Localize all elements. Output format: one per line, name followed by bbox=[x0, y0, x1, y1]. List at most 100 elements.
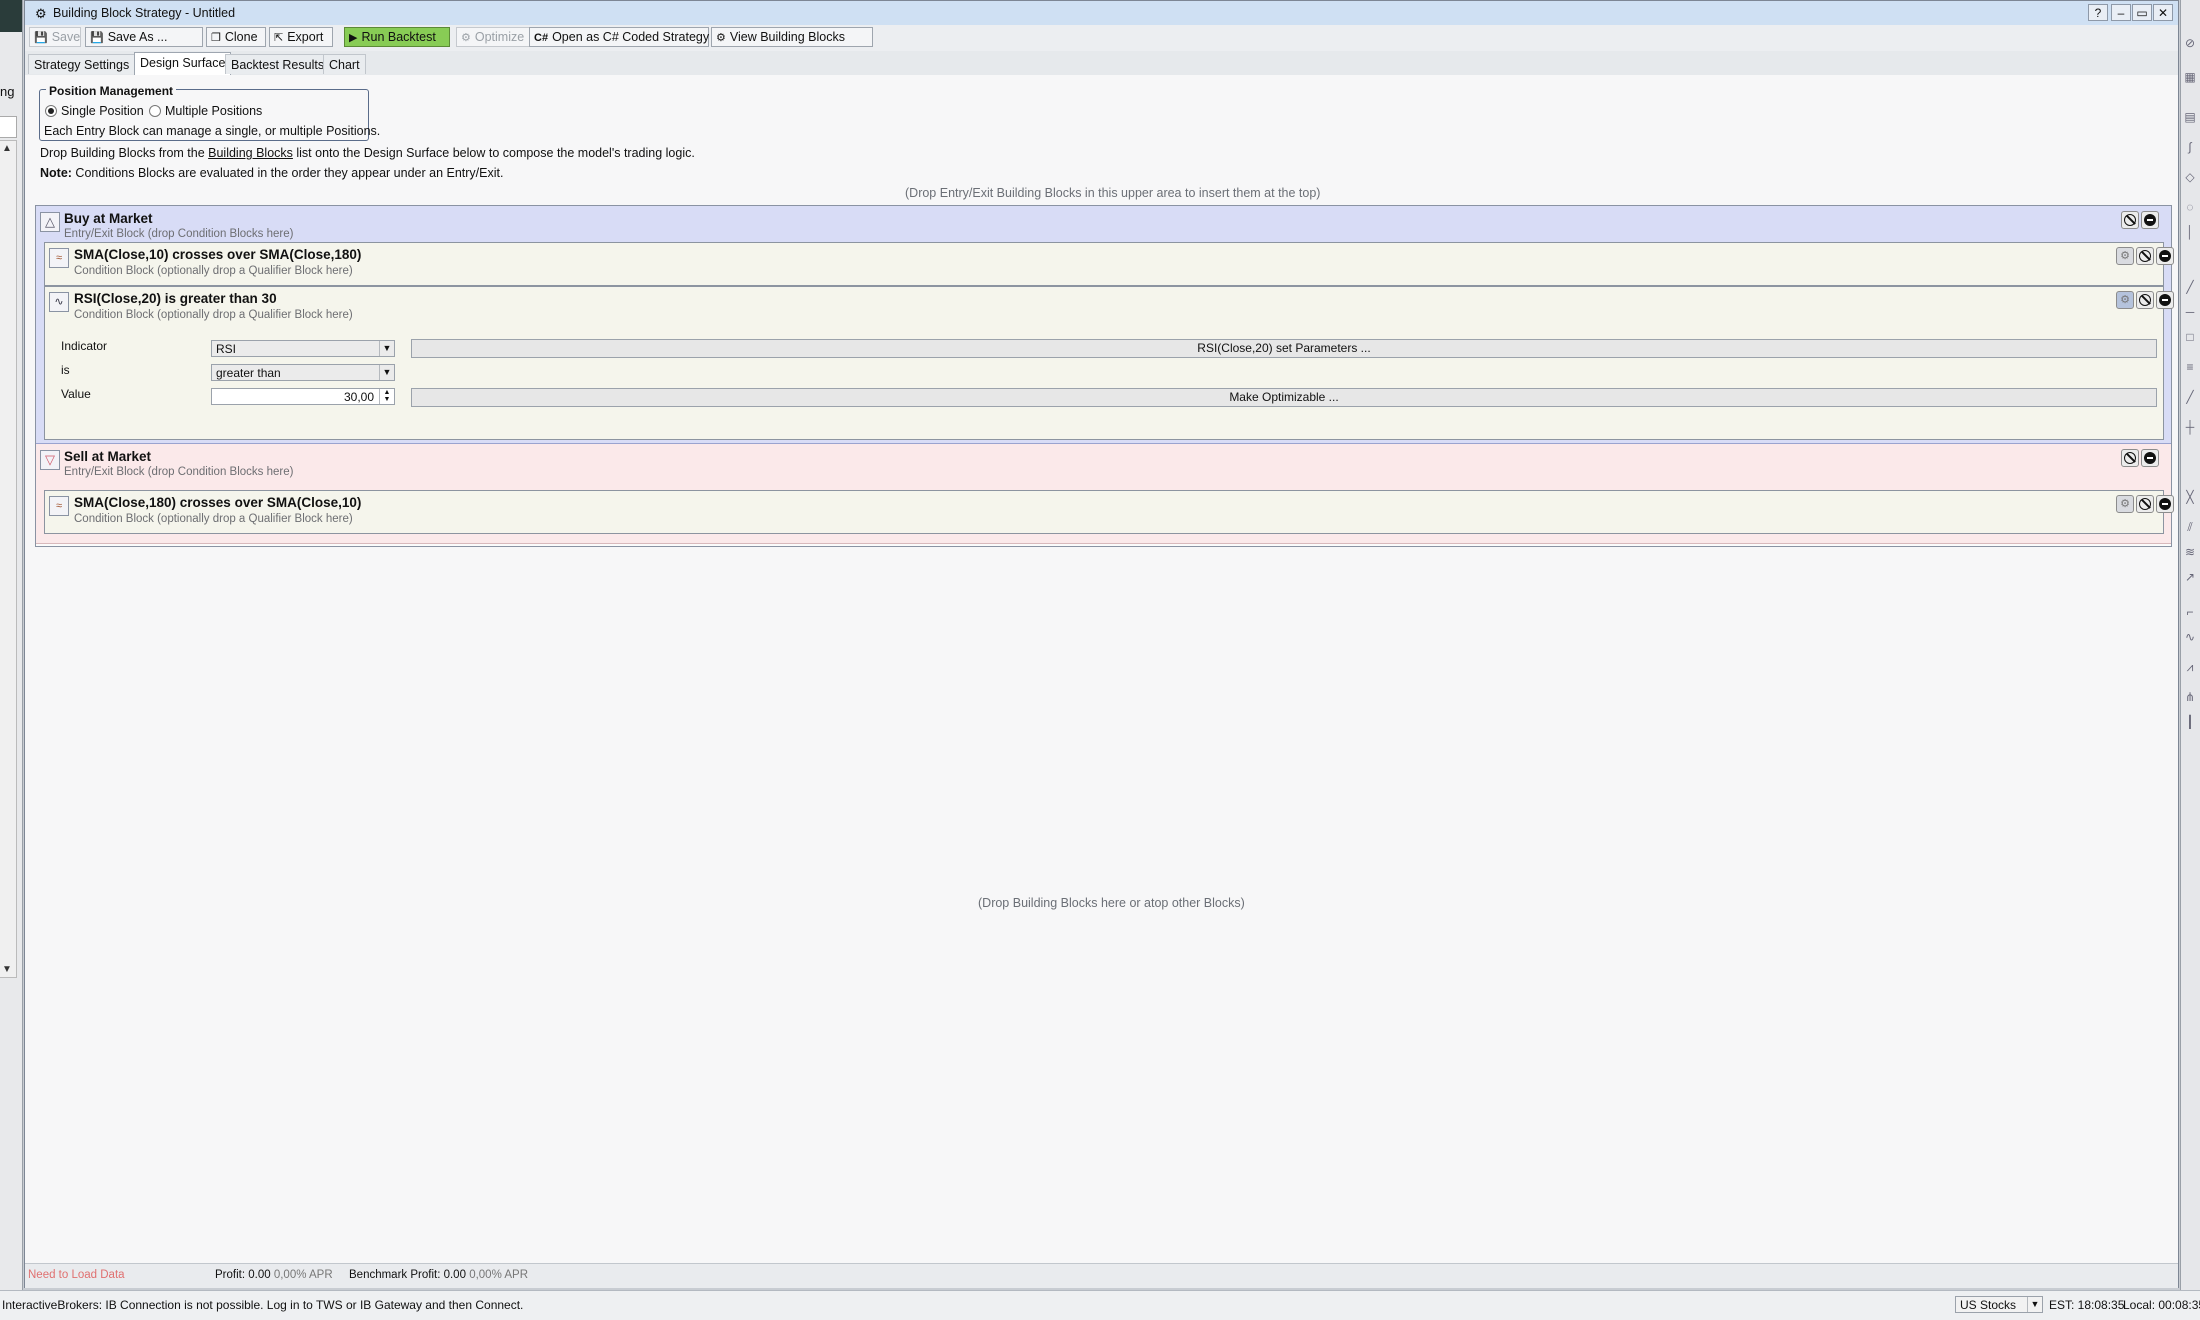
market-select[interactable]: US Stocks ▼ bbox=[1955, 1296, 2043, 1313]
remove-condition-icon[interactable] bbox=[2156, 495, 2174, 513]
condition-block[interactable]: ≈ SMA(Close,180) crosses over SMA(Close,… bbox=[44, 490, 2174, 534]
tab-design-surface[interactable]: Design Surface bbox=[134, 52, 232, 75]
vline-icon[interactable]: ┼ bbox=[2183, 420, 2197, 434]
gear-icon[interactable]: ⚙ bbox=[2116, 247, 2134, 265]
single-position-radio[interactable] bbox=[45, 105, 57, 117]
indicator-label: Indicator bbox=[61, 339, 108, 353]
cross-icon[interactable]: ╳ bbox=[2183, 490, 2197, 504]
view-building-blocks-button[interactable]: ⚙ View Building Blocks bbox=[711, 27, 873, 47]
node-icon[interactable]: ◇ bbox=[2183, 170, 2197, 184]
channel-icon[interactable]: ⫽ bbox=[2183, 520, 2197, 534]
note-line: Note: Conditions Blocks are evaluated in… bbox=[40, 166, 503, 180]
tab-chart[interactable]: Chart bbox=[323, 54, 366, 74]
wave-icon[interactable]: ∿ bbox=[2183, 630, 2197, 644]
tab-strategy-settings[interactable]: Strategy Settings bbox=[28, 54, 136, 74]
window-title: Building Block Strategy - Untitled bbox=[53, 6, 236, 20]
rect-icon[interactable]: □ bbox=[2183, 330, 2197, 344]
curve-icon[interactable]: ∫ bbox=[2183, 140, 2197, 154]
chevron-down-icon[interactable]: ▼ bbox=[2027, 1297, 2042, 1312]
background-app-scrollbar[interactable]: ▲ ▼ bbox=[0, 140, 17, 978]
tab-strip: Strategy Settings Design Surface Backtes… bbox=[25, 51, 2178, 76]
profit-status: Profit: 0.00 0,00% APR bbox=[215, 1269, 333, 1281]
condition-block-rsi[interactable]: ∿ RSI(Close,20) is greater than 30 Condi… bbox=[44, 286, 2174, 440]
zigzag-icon[interactable]: ⩘ bbox=[2183, 660, 2197, 674]
value-field[interactable]: 30,00 bbox=[344, 390, 374, 404]
single-position-label[interactable]: Single Position bbox=[61, 104, 144, 118]
background-app-text: ng bbox=[0, 84, 15, 99]
export-button[interactable]: ⇱ Export bbox=[269, 27, 333, 47]
fib-icon[interactable]: ≋ bbox=[2183, 545, 2197, 559]
gear-icon[interactable]: ⚙ bbox=[2116, 495, 2134, 513]
save-button[interactable]: 💾 Save bbox=[29, 27, 81, 47]
scroll-up-icon[interactable]: ▲ bbox=[2, 143, 12, 154]
disable-condition-icon[interactable] bbox=[2136, 495, 2154, 513]
save-as-button[interactable]: 💾 Save As ... bbox=[85, 27, 203, 47]
need-load-data-status: Need to Load Data bbox=[28, 1269, 125, 1281]
trend-icon[interactable]: ↗ bbox=[2183, 570, 2197, 584]
indicator-select[interactable]: RSI ▼ bbox=[211, 340, 395, 357]
pitchfork-icon[interactable]: ⋔ bbox=[2183, 690, 2197, 704]
condition-subtitle: Condition Block (optionally drop a Quali… bbox=[74, 265, 353, 277]
set-parameters-button[interactable]: RSI(Close,20) set Parameters ... bbox=[411, 339, 2157, 358]
shape-icon[interactable]: ◌ bbox=[2183, 200, 2197, 214]
market-value: US Stocks bbox=[1960, 1298, 2017, 1312]
multiple-positions-label[interactable]: Multiple Positions bbox=[165, 104, 262, 118]
is-label: is bbox=[61, 363, 70, 377]
remove-block-icon[interactable] bbox=[2141, 211, 2159, 229]
draw-line-icon[interactable]: ╱ bbox=[2183, 280, 2197, 294]
strategy-window: ⚙ Building Block Strategy - Untitled ? –… bbox=[24, 0, 2179, 1288]
design-surface[interactable]: Position Management Single Position Mult… bbox=[25, 75, 2178, 1263]
disable-block-icon[interactable] bbox=[2121, 449, 2139, 467]
ruler-icon[interactable]: ┃ bbox=[2183, 715, 2197, 729]
view-blocks-label: View Building Blocks bbox=[729, 30, 845, 44]
export-label: Export bbox=[287, 30, 324, 44]
run-backtest-button[interactable]: ▶ Run Backtest bbox=[344, 27, 450, 47]
remove-block-icon[interactable] bbox=[2141, 449, 2159, 467]
no-icon[interactable]: ⊘ bbox=[2183, 36, 2197, 50]
entry-subtitle: Entry/Exit Block (drop Condition Blocks … bbox=[64, 466, 294, 478]
title-bar[interactable]: ⚙ Building Block Strategy - Untitled ? –… bbox=[25, 1, 2178, 26]
maximize-button[interactable]: ▭ bbox=[2132, 4, 2152, 21]
open-csharp-button[interactable]: C# Open as C# Coded Strategy bbox=[529, 27, 709, 47]
minimize-button[interactable]: – bbox=[2111, 4, 2131, 21]
close-button[interactable]: ✕ bbox=[2153, 4, 2173, 21]
calendar-icon[interactable]: ▤ bbox=[2183, 110, 2197, 124]
open-csharp-label: Open as C# Coded Strategy bbox=[552, 30, 710, 44]
buy-triangle-icon: △ bbox=[40, 212, 60, 232]
remove-condition-icon[interactable] bbox=[2156, 291, 2174, 309]
spin-arrows-icon[interactable]: ▲ ▼ bbox=[379, 389, 394, 404]
condition-block[interactable]: ≈ SMA(Close,10) crosses over SMA(Close,1… bbox=[44, 242, 2174, 286]
condition-title: SMA(Close,180) crosses over SMA(Close,10… bbox=[74, 495, 362, 510]
entry-block-sell[interactable]: ▽ Sell at Market Entry/Exit Block (drop … bbox=[36, 444, 2174, 544]
chevron-down-icon[interactable]: ▼ bbox=[379, 341, 394, 356]
ray-icon[interactable]: ╱ bbox=[2183, 390, 2197, 404]
grid-icon[interactable]: ▦ bbox=[2183, 70, 2197, 84]
chevron-down-icon[interactable]: ▼ bbox=[379, 365, 394, 380]
gear-icon[interactable]: ⚙ bbox=[2116, 291, 2134, 309]
hline-icon[interactable]: ─ bbox=[2183, 305, 2197, 319]
remove-condition-icon[interactable] bbox=[2156, 247, 2174, 265]
line-icon[interactable]: │ bbox=[2183, 225, 2197, 239]
condition-title: RSI(Close,20) is greater than 30 bbox=[74, 291, 277, 306]
doc-icon[interactable]: ≡ bbox=[2183, 360, 2197, 374]
value-stepper[interactable]: 30,00 ▲ ▼ bbox=[211, 388, 395, 405]
multiple-positions-radio[interactable] bbox=[149, 105, 161, 117]
entry-block-buy[interactable]: △ Buy at Market Entry/Exit Block (drop C… bbox=[36, 206, 2174, 444]
disable-block-icon[interactable] bbox=[2121, 211, 2139, 229]
csharp-icon: C# bbox=[534, 32, 549, 44]
disable-condition-icon[interactable] bbox=[2136, 247, 2154, 265]
tab-backtest-results[interactable]: Backtest Results bbox=[225, 54, 331, 74]
make-optimizable-button[interactable]: Make Optimizable ... bbox=[411, 388, 2157, 407]
bracket-icon[interactable]: ⌐ bbox=[2183, 605, 2197, 619]
disable-condition-icon[interactable] bbox=[2136, 291, 2154, 309]
position-management-legend: Position Management bbox=[46, 84, 177, 98]
comparison-select[interactable]: greater than ▼ bbox=[211, 364, 395, 381]
scroll-down-icon[interactable]: ▼ bbox=[2, 964, 12, 975]
building-blocks-link[interactable]: Building Blocks bbox=[208, 146, 293, 160]
comparison-value: greater than bbox=[216, 366, 281, 380]
blocks-area[interactable]: △ Buy at Market Entry/Exit Block (drop C… bbox=[35, 205, 2174, 547]
position-management-note: Each Entry Block can manage a single, or… bbox=[44, 124, 381, 138]
background-app-field[interactable] bbox=[0, 116, 17, 138]
clone-button[interactable]: ❐ Clone bbox=[206, 27, 266, 47]
help-button[interactable]: ? bbox=[2088, 4, 2108, 21]
